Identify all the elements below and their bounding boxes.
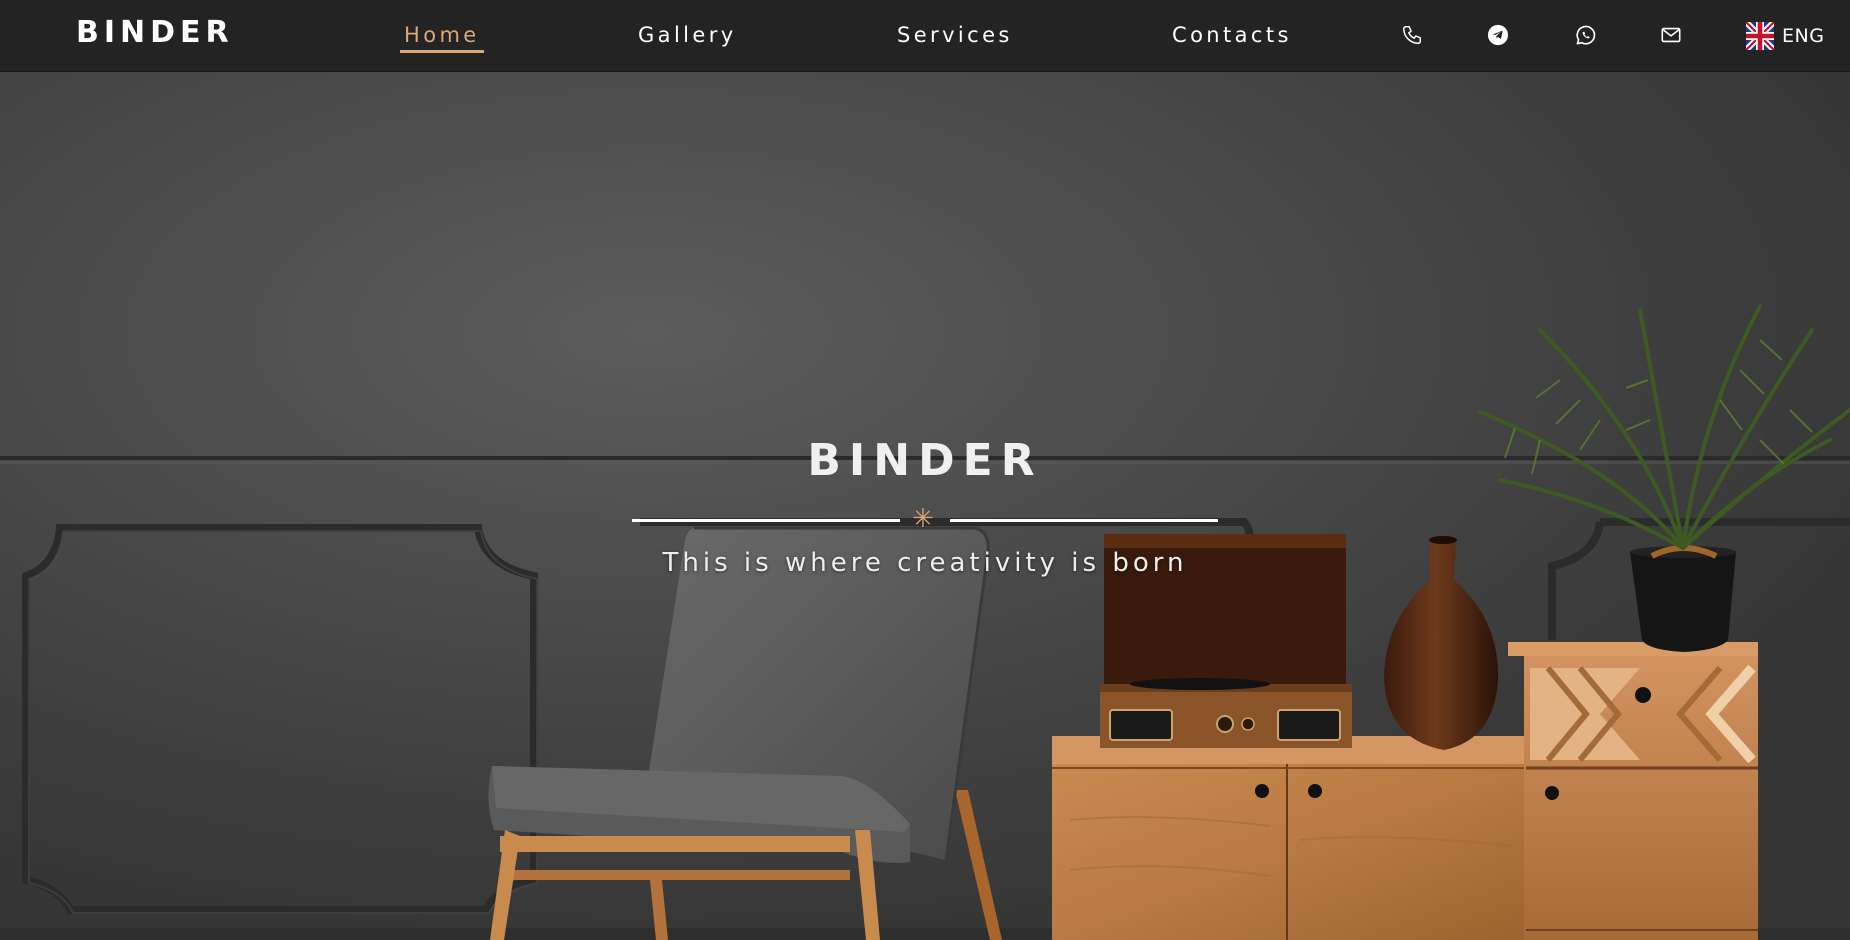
brand-logo[interactable]: BINDER <box>76 18 234 48</box>
asterisk-icon: ✳ <box>912 504 934 534</box>
uk-flag-icon <box>1746 22 1774 50</box>
hero-tagline: This is where creativity is born <box>662 548 1188 578</box>
nav-link-gallery[interactable]: Gallery <box>638 22 737 48</box>
hero-title: BINDER <box>807 435 1043 486</box>
telegram-icon[interactable] <box>1485 22 1511 48</box>
mail-icon[interactable] <box>1658 22 1684 48</box>
nav-link-services[interactable]: Services <box>897 22 1013 48</box>
phone-icon[interactable] <box>1399 22 1425 48</box>
whatsapp-icon[interactable] <box>1572 22 1598 48</box>
language-switcher[interactable]: ENG <box>1746 22 1824 50</box>
hero-divider: ✳ <box>0 504 1850 534</box>
nav-link-home[interactable]: Home <box>400 22 484 53</box>
top-navbar: BINDER Home Gallery Services Contacts EN… <box>0 0 1850 72</box>
language-label: ENG <box>1782 25 1825 47</box>
divider-line-left <box>632 519 900 522</box>
divider-line-right <box>950 519 1218 522</box>
nav-link-contacts[interactable]: Contacts <box>1172 22 1292 48</box>
